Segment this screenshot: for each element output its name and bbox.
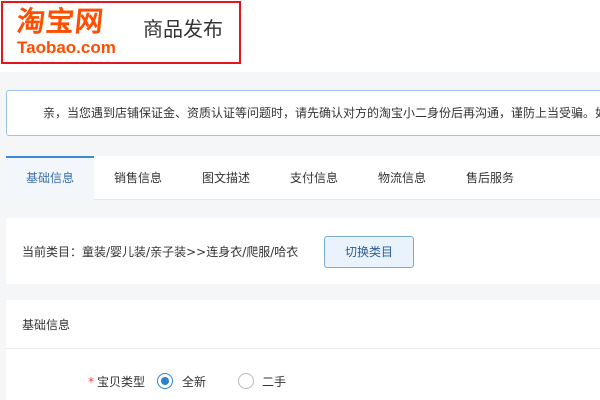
header: 淘宝网 Taobao.com 商品发布 <box>0 0 600 72</box>
radio-new[interactable] <box>157 373 173 389</box>
notice-text: 亲，当您遇到店铺保证金、资质认证等问题时，请先确认对方的淘宝小二身份后再沟通，谨… <box>43 106 600 120</box>
logo-en-text: Taobao.com <box>17 38 116 57</box>
radio-new-label[interactable]: 全新 <box>182 374 206 390</box>
required-mark: * <box>88 375 94 389</box>
taobao-logo[interactable]: 淘宝网 Taobao.com 商品发布 <box>1 1 241 64</box>
item-type-text: 宝贝类型 <box>97 375 146 389</box>
switch-category-button[interactable]: 切换类目 <box>324 236 414 268</box>
tab-basic-info[interactable]: 基础信息 <box>6 156 94 200</box>
tab-after-sales[interactable]: 售后服务 <box>446 156 534 200</box>
tab-sales-info[interactable]: 销售信息 <box>94 156 182 200</box>
logo-cn-text: 淘宝网 <box>15 5 106 38</box>
radio-used[interactable] <box>238 373 254 389</box>
page-title: 商品发布 <box>143 17 223 41</box>
section-title: 基础信息 <box>22 318 71 332</box>
item-type-label: * 宝贝类型 <box>88 374 145 390</box>
tab-payment-info[interactable]: 支付信息 <box>270 156 358 200</box>
tab-description[interactable]: 图文描述 <box>182 156 270 200</box>
tab-bar: 基础信息 销售信息 图文描述 支付信息 物流信息 售后服务 <box>6 156 600 200</box>
tab-logistics-info[interactable]: 物流信息 <box>358 156 446 200</box>
category-panel: 当前类目：童装/婴儿装/亲子装>>连身衣/爬服/哈衣 切换类目 <box>6 218 600 284</box>
radio-used-label[interactable]: 二手 <box>262 374 286 390</box>
security-notice: 亲，当您遇到店铺保证金、资质认证等问题时，请先确认对方的淘宝小二身份后再沟通，谨… <box>6 90 600 136</box>
current-category: 当前类目：童装/婴儿装/亲子装>>连身衣/爬服/哈衣 <box>22 245 299 259</box>
divider <box>6 348 600 349</box>
basic-info-section: 基础信息 * 宝贝类型 全新 二手 <box>6 300 600 400</box>
